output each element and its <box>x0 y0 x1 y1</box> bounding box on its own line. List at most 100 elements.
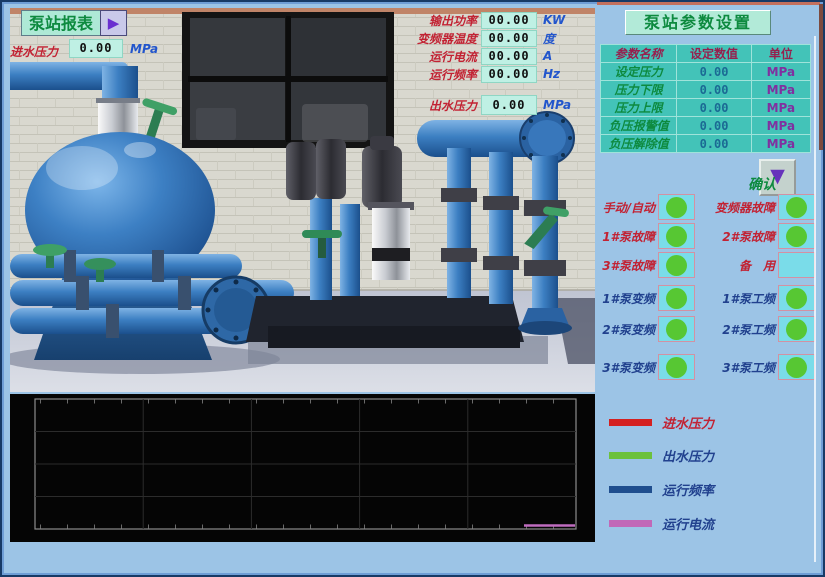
run-frequency-unit: Hz <box>543 67 560 81</box>
triangle-down-icon: ▼ <box>761 161 794 191</box>
param-name: 压力下限 <box>601 81 677 99</box>
table-row: 压力下限 0.00 MPa <box>601 81 811 99</box>
inverter-temp-unit: 度 <box>543 30 555 47</box>
pump2-vfd-lamp[interactable] <box>658 316 695 342</box>
output-row: 变频器温度 00.00 度 <box>405 29 565 47</box>
lamp-circle <box>666 357 687 378</box>
param-unit: MPa <box>751 117 810 135</box>
pump2-mains-lamp[interactable] <box>778 316 815 342</box>
indicator-row: 3#泵变频 3#泵工频 <box>593 354 815 380</box>
param-unit: MPa <box>751 135 810 153</box>
top-accent-strip <box>597 2 820 5</box>
pump3-fault-lamp[interactable] <box>658 252 695 278</box>
params-table: 参数名称 设定数值 单位 设定压力 0.00 MPa 压力下限 0.00 MPa… <box>600 44 811 153</box>
param-value[interactable]: 0.00 <box>677 135 751 153</box>
legend-label-inlet: 进水压力 <box>662 413 714 432</box>
param-name: 负压报警值 <box>601 117 677 135</box>
params-panel-title: 泵站参数设置 <box>625 10 771 35</box>
lamp-circle <box>666 226 687 247</box>
pump3-fault-label: 3#泵故障 <box>593 257 655 274</box>
param-value[interactable]: 0.00 <box>677 63 751 81</box>
window-reflection <box>302 104 368 142</box>
param-value[interactable]: 0.00 <box>677 117 751 135</box>
indicator-row: 手动/自动 变频器故障 <box>593 194 815 220</box>
report-button-label[interactable]: 泵站报表 <box>21 10 100 36</box>
run-current-label: 运行电流 <box>405 48 477 65</box>
header-unit: 单位 <box>751 45 810 63</box>
indicator-row: 3#泵故障 备 用 <box>593 252 815 278</box>
pump2-vfd-label: 2#泵变频 <box>593 321 655 338</box>
manual-auto-lamp[interactable] <box>658 194 695 220</box>
play-icon[interactable]: ▶ <box>100 10 127 36</box>
output-readouts: 输出功率 00.00 KW 变频器温度 00.00 度 运行电流 00.00 A… <box>405 11 565 83</box>
pump-chrome-body <box>372 208 410 280</box>
lamp-circle <box>786 357 807 378</box>
param-unit: MPa <box>751 63 810 81</box>
pump1-mains-lamp[interactable] <box>778 285 815 311</box>
confirm-button[interactable]: ▼ <box>759 159 796 196</box>
legend-swatch-outlet <box>609 452 652 459</box>
pump1-vfd-label: 1#泵变频 <box>593 290 655 307</box>
param-unit: MPa <box>751 99 810 117</box>
param-name: 压力上限 <box>601 99 677 117</box>
pump2-fault-label: 2#泵故障 <box>699 228 775 245</box>
lamp-circle <box>666 319 687 340</box>
indicator-row: 1#泵故障 2#泵故障 <box>593 223 815 249</box>
header-param-name: 参数名称 <box>601 45 677 63</box>
lamp-circle <box>666 255 687 276</box>
legend-label-outlet: 出水压力 <box>662 446 714 465</box>
pump3-vfd-lamp[interactable] <box>658 354 695 380</box>
pump1-fault-lamp[interactable] <box>658 223 695 249</box>
inlet-pressure-value: 0.00 <box>69 39 123 58</box>
outlet-pressure-unit: MPa <box>543 98 571 112</box>
legend-swatch-current <box>609 520 652 527</box>
table-row: 负压报警值 0.00 MPa <box>601 117 811 135</box>
output-row: 输出功率 00.00 KW <box>405 11 565 29</box>
window <box>182 12 394 148</box>
inverter-fault-label: 变频器故障 <box>699 199 775 216</box>
inlet-pressure-unit: MPa <box>130 42 158 56</box>
pump3-mains-lamp[interactable] <box>778 354 815 380</box>
param-value[interactable]: 0.00 <box>677 99 751 117</box>
right-frame-strip <box>819 4 824 150</box>
spare-label: 备 用 <box>699 257 775 274</box>
run-frequency-value: 00.00 <box>481 66 537 83</box>
manual-auto-label: 手动/自动 <box>593 199 655 216</box>
inlet-pressure-label: 进水压力 <box>10 43 58 60</box>
legend-swatch-inlet <box>609 419 652 426</box>
lamp-circle <box>666 288 687 309</box>
output-power-value: 00.00 <box>481 12 537 29</box>
indicator-row: 1#泵变频 1#泵工频 <box>593 285 815 311</box>
param-value[interactable]: 0.00 <box>677 81 751 99</box>
lamp-circle <box>666 197 687 218</box>
inverter-fault-lamp[interactable] <box>778 194 815 220</box>
lamp-circle <box>786 226 807 247</box>
outlet-pressure-label: 出水压力 <box>405 97 477 114</box>
pump1-fault-label: 1#泵故障 <box>593 228 655 245</box>
spare-lamp[interactable] <box>778 252 815 278</box>
lamp-circle <box>786 288 807 309</box>
header-set-value: 设定数值 <box>677 45 751 63</box>
param-name: 设定压力 <box>601 63 677 81</box>
pump1-vfd-lamp[interactable] <box>658 285 695 311</box>
param-name: 负压解除值 <box>601 135 677 153</box>
indicator-row: 2#泵变频 2#泵工频 <box>593 316 815 342</box>
inverter-temp-label: 变频器温度 <box>405 30 477 47</box>
report-button[interactable]: 泵站报表 ▶ <box>21 10 127 36</box>
run-current-unit: A <box>543 49 552 63</box>
table-row: 负压解除值 0.00 MPa <box>601 135 811 153</box>
pump2-fault-lamp[interactable] <box>778 223 815 249</box>
outlet-pressure-row: 出水压力 0.00 MPa <box>405 96 571 114</box>
pump2-mains-label: 2#泵工频 <box>699 321 775 338</box>
output-power-label: 输出功率 <box>405 12 477 29</box>
output-row: 运行电流 00.00 A <box>405 47 565 65</box>
table-row: 压力上限 0.00 MPa <box>601 99 811 117</box>
legend-label-frequency: 运行频率 <box>662 480 714 499</box>
pump3-mains-label: 3#泵工频 <box>699 359 775 376</box>
run-current-value: 00.00 <box>481 48 537 65</box>
legend-swatch-frequency <box>609 486 652 493</box>
output-row: 运行频率 00.00 Hz <box>405 65 565 83</box>
pump-base <box>246 296 524 348</box>
panel-divider-line <box>814 36 816 562</box>
param-unit: MPa <box>751 81 810 99</box>
